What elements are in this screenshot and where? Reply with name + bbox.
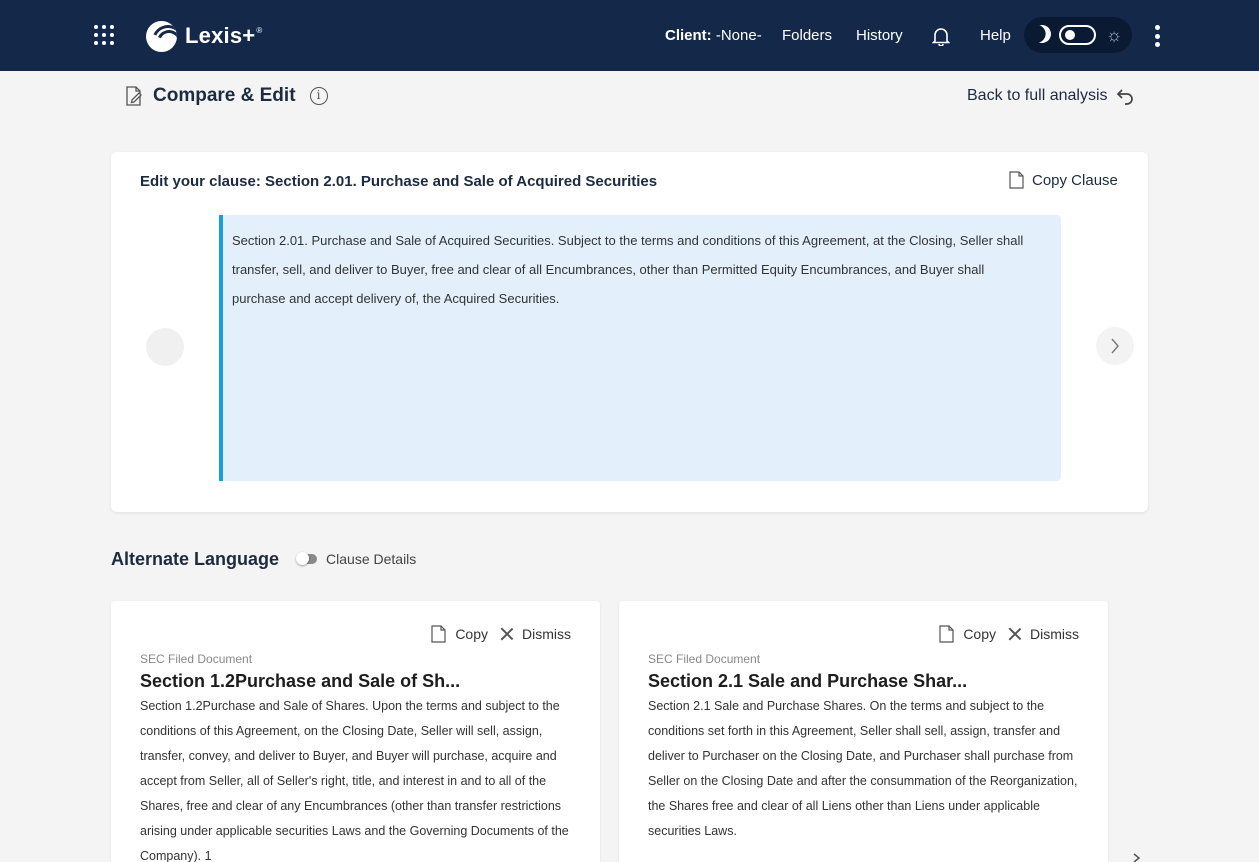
folders-link[interactable]: Folders xyxy=(782,0,832,71)
alternate-language-title: Alternate Language xyxy=(111,548,280,569)
sun-icon: ☼ xyxy=(1105,25,1123,45)
alternate-clause-title[interactable]: Section 2.1 Sale and Purchase Shar... xyxy=(648,671,967,692)
clause-editor[interactable]: Section 2.01. Purchase and Sale of Acqui… xyxy=(219,215,1061,481)
copy-clause-button[interactable]: Copy Clause xyxy=(1009,171,1118,189)
card-actions: Copy Dismiss xyxy=(431,625,571,643)
alternate-clause-text: Section 1.2Purchase and Sale of Shares. … xyxy=(140,699,569,862)
dismiss-button[interactable]: Dismiss xyxy=(522,626,571,642)
copy-document-icon[interactable] xyxy=(939,625,954,643)
edit-clause-title: Edit your clause: Section 2.01. Purchase… xyxy=(140,173,658,190)
alternate-clause-title[interactable]: Section 1.2Purchase and Sale of Sh... xyxy=(140,671,460,692)
clause-text: Section 2.01. Purchase and Sale of Acqui… xyxy=(232,233,1024,306)
clause-details-label: Clause Details xyxy=(326,551,417,567)
edit-document-icon xyxy=(126,86,142,106)
apps-grid-icon[interactable] xyxy=(94,25,114,45)
alternate-clause-card: Copy Dismiss SEC Filed Document Section … xyxy=(619,601,1108,862)
notifications-button[interactable] xyxy=(932,0,950,71)
page-header: Compare & Edit i xyxy=(125,84,328,108)
copy-button[interactable]: Copy xyxy=(963,626,996,642)
close-icon[interactable] xyxy=(500,627,514,641)
chevron-right-icon xyxy=(1111,338,1119,354)
alternate-clause-card: Copy Dismiss SEC Filed Document Section … xyxy=(111,601,600,862)
lexis-logo[interactable]: Lexis+ ® xyxy=(146,20,262,52)
copy-document-icon[interactable] xyxy=(431,625,446,643)
next-clause-button[interactable] xyxy=(1096,327,1134,365)
page-title: Compare & Edit xyxy=(153,85,296,106)
bell-icon xyxy=(932,27,950,46)
brand-registered-mark: ® xyxy=(256,25,263,35)
copy-document-icon xyxy=(1009,171,1024,189)
edit-clause-card: Edit your clause: Section 2.01. Purchase… xyxy=(111,152,1148,512)
back-to-analysis-link[interactable]: Back to full analysis xyxy=(967,85,1134,107)
info-icon[interactable]: i xyxy=(309,87,328,105)
client-label: Client: xyxy=(665,27,712,44)
previous-clause-button[interactable] xyxy=(146,328,184,366)
alternate-clause-text: Section 2.1 Sale and Purchase Shares. On… xyxy=(648,699,1078,838)
close-icon[interactable] xyxy=(1008,627,1022,641)
card-actions: Copy Dismiss xyxy=(939,625,1079,643)
top-navigation-bar: Lexis+ ® Client: -None- Folders History … xyxy=(0,0,1259,71)
kebab-menu-icon[interactable] xyxy=(1153,25,1161,47)
help-link[interactable]: Help xyxy=(980,0,1011,71)
theme-toggle[interactable]: ☼ xyxy=(1024,17,1132,53)
brand-name: Lexis+ xyxy=(185,23,256,48)
document-source: SEC Filed Document xyxy=(648,652,761,666)
dismiss-button[interactable]: Dismiss xyxy=(1030,626,1079,642)
client-value: -None- xyxy=(715,27,762,44)
chevron-right-icon[interactable] xyxy=(1128,848,1146,862)
history-link[interactable]: History xyxy=(856,0,903,71)
copy-clause-label: Copy Clause xyxy=(1032,171,1118,189)
moon-icon xyxy=(1030,22,1053,45)
clause-details-toggle[interactable] xyxy=(296,552,318,565)
document-source: SEC Filed Document xyxy=(140,652,253,666)
copy-button[interactable]: Copy xyxy=(455,626,488,642)
back-link-label: Back to full analysis xyxy=(967,87,1108,104)
alternate-language-header: Alternate Language Clause Details xyxy=(111,547,416,571)
back-arrow-icon xyxy=(1116,89,1133,105)
client-selector[interactable]: Client: -None- xyxy=(665,0,762,71)
lexis-logo-icon xyxy=(146,20,177,52)
theme-switch[interactable] xyxy=(1059,25,1096,45)
